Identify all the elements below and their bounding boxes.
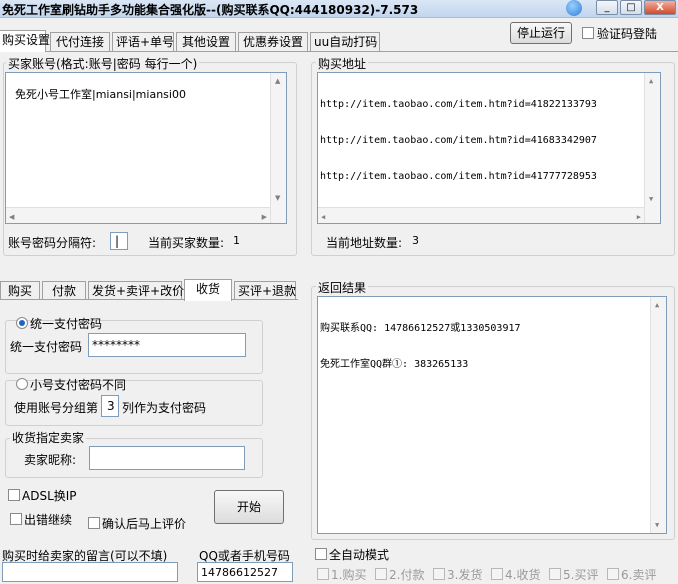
start-button[interactable]: 开始 — [214, 490, 284, 524]
seller-nick-input[interactable] — [89, 446, 245, 470]
buy-url-line: http://item.taobao.com/item.htm?id=41822… — [320, 99, 597, 110]
step-buy-label: 1.购买 — [331, 568, 367, 582]
result-line: 免死工作室QQ群①: 383265133 — [320, 359, 469, 370]
tab-other-settings[interactable]: 其他设置 — [176, 32, 236, 52]
scroll-down-icon[interactable]: ▼ — [275, 192, 280, 205]
step-receive-checkbox[interactable] — [491, 568, 503, 580]
step-seller-review-checkbox[interactable] — [607, 568, 619, 580]
scroll-up-icon[interactable]: ▲ — [275, 75, 280, 88]
use-group-prefix: 使用账号分组第 — [14, 401, 99, 415]
continue-on-error-checkbox[interactable] — [10, 513, 22, 525]
scroll-down-icon[interactable]: ▼ — [649, 193, 653, 205]
captcha-login-label: 验证码登陆 — [597, 27, 658, 41]
adsl-checkbox[interactable] — [8, 489, 20, 501]
maximize-button[interactable]: □ — [620, 0, 642, 15]
close-button[interactable]: X — [644, 0, 676, 15]
tab-uu-captcha[interactable]: uu自动打码 — [310, 32, 380, 52]
minimize-button[interactable]: _ — [596, 0, 618, 15]
unified-pwd-radio[interactable] — [16, 317, 28, 329]
seller-nick-label: 卖家昵称: — [24, 453, 77, 467]
separator-label: 账号密码分隔符: — [8, 236, 97, 250]
result-title: 返回结果 — [316, 279, 369, 296]
result-line: 购买联系QQ: 14786612527或1330503917 — [320, 323, 521, 334]
buyer-accounts-hscroll[interactable]: ◀ ▶ — [6, 207, 270, 223]
scroll-right-icon[interactable]: ▶ — [637, 211, 641, 223]
step-buyer-review-checkbox[interactable] — [549, 568, 561, 580]
unified-pwd-radio-label: 统一支付密码 — [30, 317, 103, 331]
stop-running-button[interactable]: 停止运行 — [510, 22, 572, 44]
continue-on-error-label: 出错继续 — [24, 513, 73, 527]
buyer-count-label: 当前买家数量: — [148, 236, 225, 250]
tab-reviews-tracking[interactable]: 评语+单号 — [112, 32, 174, 52]
subtab-strip-divider — [0, 299, 298, 300]
unified-pwd-input[interactable]: ******** — [88, 333, 246, 357]
result-vscroll[interactable]: ▲ ▼ — [650, 297, 666, 533]
separator-input[interactable]: | — [110, 232, 128, 250]
tab-proxy-pay[interactable]: 代付连接 — [50, 32, 110, 52]
buy-urls-vscroll[interactable]: ▲ ▼ — [644, 73, 660, 223]
auto-mode-label: 全自动模式 — [329, 548, 390, 562]
buyer-accounts-vscroll[interactable]: ▲ ▼ — [270, 73, 286, 223]
buyer-accounts-text: 免死小号工作室|miansi|miansi00 — [15, 88, 186, 101]
use-group-suffix: 列作为支付密码 — [122, 401, 207, 415]
skin-icon[interactable] — [566, 0, 582, 16]
result-textarea[interactable]: 购买联系QQ: 14786612527或1330503917 免死工作室QQ群①… — [317, 296, 667, 534]
auto-mode-checkbox[interactable] — [315, 548, 327, 560]
step-pay-label: 2.付款 — [389, 568, 425, 582]
step-buyer-review-label: 5.买评 — [563, 568, 599, 582]
scroll-up-icon[interactable]: ▲ — [655, 299, 659, 311]
seller-message-input[interactable] — [2, 562, 178, 582]
qq-phone-input[interactable]: 14786612527 — [197, 562, 293, 582]
diff-pwd-radio-label: 小号支付密码不同 — [30, 378, 127, 392]
buy-urls-textarea[interactable]: http://item.taobao.com/item.htm?id=41822… — [317, 72, 661, 224]
scroll-down-icon[interactable]: ▼ — [655, 519, 659, 531]
title-bar: 免死工作室刷钻助手多功能集合强化版--(购买联系QQ:444180932)-7.… — [0, 0, 678, 18]
step-seller-review-label: 6.卖评 — [621, 568, 657, 582]
buyer-accounts-title: 买家账号(格式:账号|密码 每行一个) — [6, 55, 200, 72]
step-ship-checkbox[interactable] — [433, 568, 445, 580]
buy-url-line: http://item.taobao.com/item.htm?id=41777… — [320, 171, 597, 182]
scroll-right-icon[interactable]: ▶ — [262, 211, 267, 223]
subtab-receive[interactable]: 收货 — [184, 279, 232, 301]
subtab-ship-review-price[interactable]: 发货+卖评+改价 — [88, 281, 184, 300]
captcha-login-checkbox[interactable] — [582, 27, 594, 39]
url-count-value: 3 — [412, 234, 419, 247]
buyer-count-value: 1 — [233, 234, 240, 247]
subtab-review-refund[interactable]: 买评+退款 — [234, 281, 296, 300]
subtab-pay[interactable]: 付款 — [42, 281, 86, 300]
adsl-label: ADSL换IP — [22, 489, 77, 503]
buyer-accounts-textarea[interactable]: 免死小号工作室|miansi|miansi00 ▲ ▼ ◀ ▶ — [5, 72, 287, 224]
step-buy-checkbox[interactable] — [317, 568, 329, 580]
step-receive-label: 4.收货 — [505, 568, 541, 582]
window-title: 免死工作室刷钻助手多功能集合强化版--(购买联系QQ:444180932)-7.… — [2, 3, 419, 17]
tab-coupon-settings[interactable]: 优惠券设置 — [238, 32, 308, 52]
pwd-column-input[interactable]: 3 — [101, 395, 119, 417]
step-ship-label: 3.发货 — [447, 568, 483, 582]
scroll-left-icon[interactable]: ◀ — [9, 211, 14, 223]
diff-pwd-radio[interactable] — [16, 378, 28, 390]
buy-url-line: http://item.taobao.com/item.htm?id=41683… — [320, 135, 597, 146]
buy-urls-hscroll[interactable]: ◀ ▶ — [318, 207, 644, 223]
scroll-up-icon[interactable]: ▲ — [649, 75, 653, 87]
step-pay-checkbox[interactable] — [375, 568, 387, 580]
seller-group-title: 收货指定卖家 — [10, 429, 87, 446]
tab-strip-divider — [0, 51, 678, 52]
subtab-buy[interactable]: 购买 — [0, 281, 40, 300]
scroll-left-icon[interactable]: ◀ — [321, 211, 325, 223]
buy-urls-title: 购买地址 — [316, 55, 369, 72]
unified-pwd-label: 统一支付密码 — [10, 340, 83, 354]
confirm-review-label: 确认后马上评价 — [102, 517, 187, 531]
confirm-review-checkbox[interactable] — [88, 517, 100, 529]
url-count-label: 当前地址数量: — [326, 236, 403, 250]
tab-buy-settings[interactable]: 购买设置 — [0, 30, 50, 52]
